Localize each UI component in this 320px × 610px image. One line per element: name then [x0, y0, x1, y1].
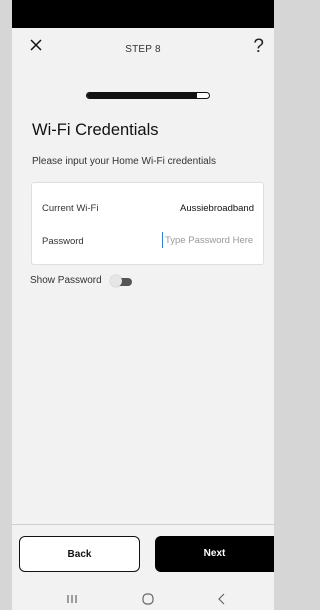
back-icon[interactable]: [212, 592, 232, 606]
current-wifi-value: Aussiebroadband: [180, 203, 254, 214]
back-button[interactable]: Back: [19, 536, 140, 572]
page-subtitle: Please input your Home Wi-Fi credentials: [32, 156, 216, 167]
status-bar: [12, 0, 274, 28]
system-nav-bar: [12, 588, 274, 610]
current-wifi-label: Current Wi-Fi: [42, 203, 99, 214]
page-title: Wi-Fi Credentials: [32, 121, 159, 139]
credentials-card: Current Wi-Fi Aussiebroadband Password: [31, 182, 264, 265]
recent-apps-icon[interactable]: [62, 592, 82, 606]
password-input[interactable]: [162, 232, 256, 248]
next-button[interactable]: Next: [155, 536, 274, 572]
progress-bar: [86, 92, 210, 99]
show-password-label: Show Password: [30, 275, 102, 286]
toggle-knob: [110, 275, 122, 287]
home-icon[interactable]: [138, 592, 158, 606]
step-indicator: STEP 8: [125, 44, 161, 55]
phone-screen: STEP 8 ? Wi-Fi Credentials Please input …: [12, 0, 274, 610]
show-password-toggle[interactable]: [110, 275, 132, 287]
password-label: Password: [42, 236, 84, 247]
footer-divider: [12, 524, 274, 525]
progress-fill: [87, 93, 197, 98]
help-button[interactable]: ?: [253, 37, 264, 56]
header: STEP 8 ?: [12, 28, 274, 72]
